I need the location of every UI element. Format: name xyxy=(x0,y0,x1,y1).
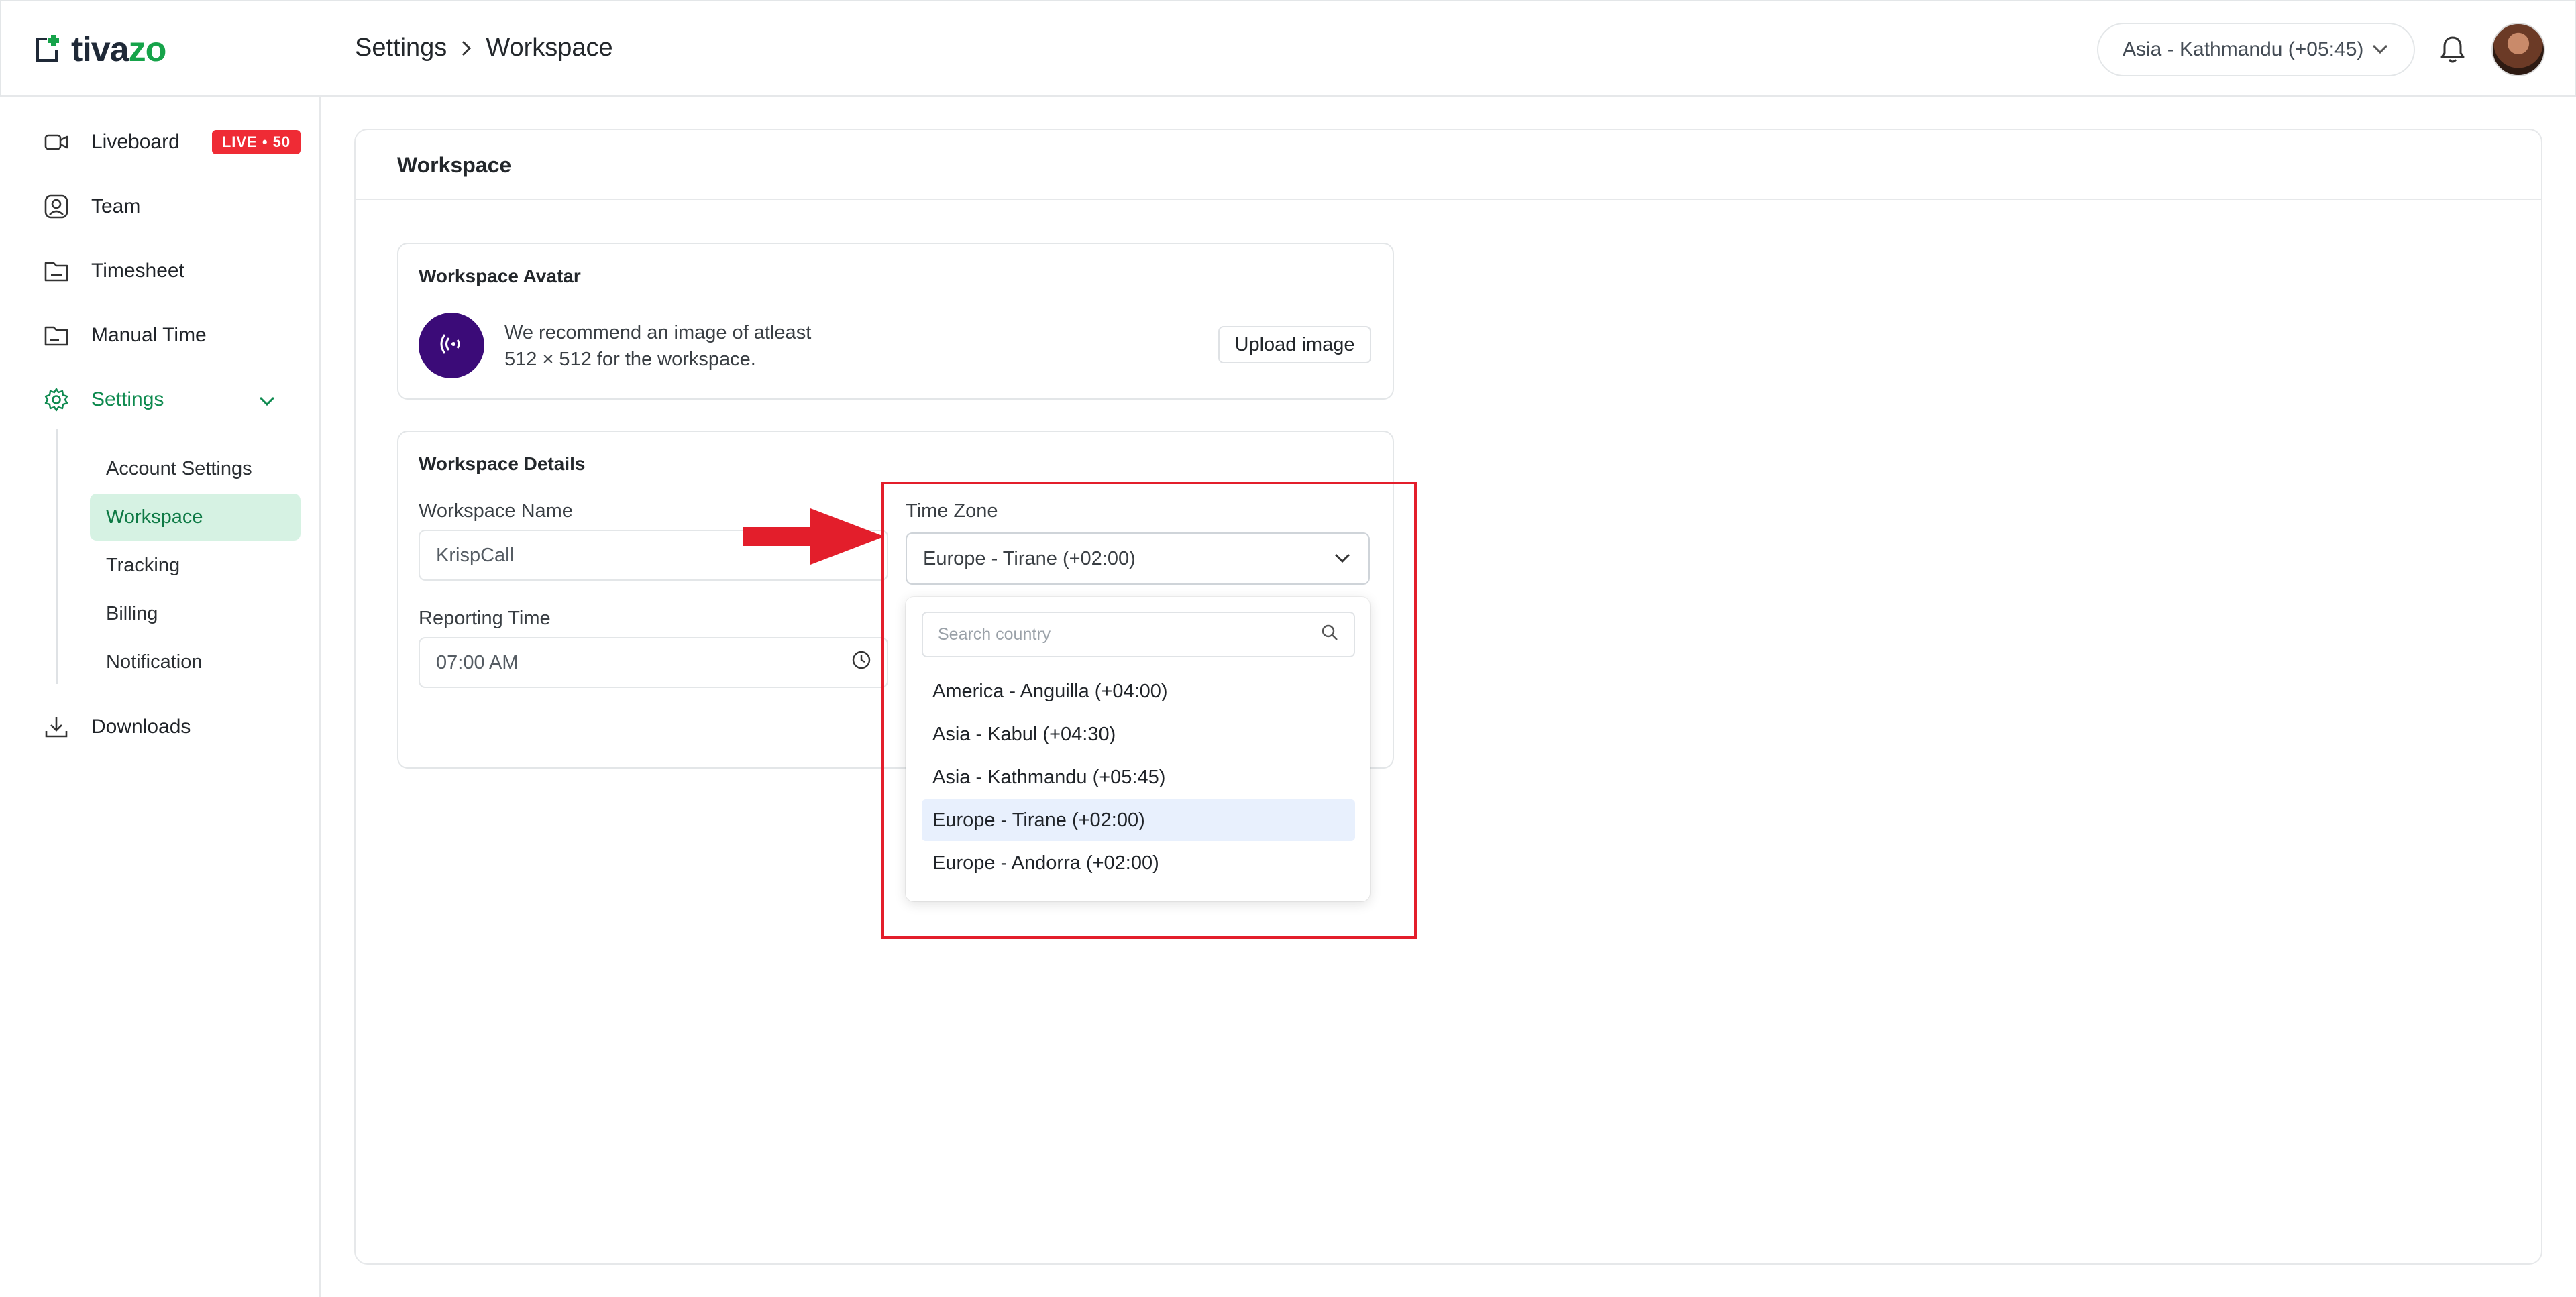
live-badge: LIVE • 50 xyxy=(212,130,301,154)
timezone-option[interactable]: America - Anguilla (+04:00) xyxy=(922,671,1355,712)
search-country-input[interactable]: Search country xyxy=(922,612,1355,657)
sidebar-subitem-account-settings[interactable]: Account Settings xyxy=(90,445,301,492)
sidebar-item-downloads[interactable]: Downloads xyxy=(42,707,191,747)
upload-image-button[interactable]: Upload image xyxy=(1218,326,1371,363)
main-panel: Workspace Workspace Avatar We recommend … xyxy=(354,129,2542,1265)
search-placeholder: Search country xyxy=(938,624,1051,644)
avatar-recommendation: We recommend an image of atleast 512 × 5… xyxy=(504,322,812,370)
reporting-time-input[interactable]: 07:00 AM xyxy=(419,637,888,688)
breadcrumb-workspace: Workspace xyxy=(486,34,613,62)
page-title: Workspace xyxy=(397,153,512,177)
breadcrumb: Settings Workspace xyxy=(355,34,613,62)
annotation-arrow xyxy=(743,508,884,565)
signal-icon xyxy=(435,328,468,363)
chevron-right-icon xyxy=(459,38,474,58)
reporting-time-value: 07:00 AM xyxy=(436,651,519,673)
video-camera-icon xyxy=(42,127,71,157)
download-icon xyxy=(42,712,71,742)
user-avatar[interactable] xyxy=(2491,23,2545,76)
user-square-icon xyxy=(42,192,71,221)
workspace-avatar-card: Workspace Avatar We recommend an image o… xyxy=(397,243,1394,400)
sidebar-item-manual-time[interactable]: Manual Time xyxy=(42,315,207,355)
bell-icon[interactable] xyxy=(2435,32,2470,67)
workspace-name-label: Workspace Name xyxy=(419,500,573,522)
sidebar-subitem-workspace[interactable]: Workspace xyxy=(90,494,301,541)
brand-name: tivazo xyxy=(71,30,166,69)
timezone-option[interactable]: Asia - Kabul (+04:30) xyxy=(922,714,1355,755)
logo-square-icon xyxy=(32,32,62,68)
header-timezone-value: Asia - Kathmandu (+05:45) xyxy=(2123,38,2364,60)
folder-icon xyxy=(42,256,71,286)
gear-icon xyxy=(42,385,71,414)
timezone-dropdown: Search country America - Anguilla (+04:0… xyxy=(906,597,1370,901)
sidebar-subitem-tracking[interactable]: Tracking xyxy=(90,542,301,589)
sidebar-item-label: Timesheet xyxy=(91,260,184,282)
panel-divider xyxy=(356,199,2541,200)
chevron-down-icon xyxy=(2371,38,2390,61)
header-timezone-select[interactable]: Asia - Kathmandu (+05:45) xyxy=(2097,23,2415,76)
breadcrumb-settings[interactable]: Settings xyxy=(355,34,447,62)
sidebar-item-timesheet[interactable]: Timesheet xyxy=(42,251,184,291)
sidebar-item-liveboard[interactable]: Liveboard xyxy=(42,122,180,162)
sidebar-item-settings[interactable]: Settings xyxy=(42,380,164,420)
chevron-down-icon[interactable] xyxy=(255,389,279,413)
sidebar-item-team[interactable]: Team xyxy=(42,186,140,227)
timezone-option[interactable]: Asia - Kathmandu (+05:45) xyxy=(922,756,1355,798)
timezone-value: Europe - Tirane (+02:00) xyxy=(923,547,1136,569)
card-title: Workspace Details xyxy=(419,453,586,474)
chevron-down-icon xyxy=(1332,548,1352,570)
sidebar-subitem-billing[interactable]: Billing xyxy=(90,590,301,637)
folder-minus-icon xyxy=(42,321,71,350)
sidebar-subitem-notification[interactable]: Notification xyxy=(90,638,301,685)
timezone-select[interactable]: Europe - Tirane (+02:00) xyxy=(906,532,1370,585)
workspace-avatar[interactable] xyxy=(419,313,484,378)
timezone-option-selected[interactable]: Europe - Tirane (+02:00) xyxy=(922,799,1355,841)
card-title: Workspace Avatar xyxy=(419,266,581,286)
subnav-divider xyxy=(56,429,58,684)
sidebar-item-label: Downloads xyxy=(91,716,191,738)
sidebar-item-label: Liveboard xyxy=(91,131,180,153)
brand-logo[interactable]: tivazo xyxy=(32,28,166,71)
search-icon xyxy=(1320,623,1339,646)
sidebar-item-label: Settings xyxy=(91,388,164,410)
sidebar-item-label: Team xyxy=(91,195,141,217)
timezone-label: Time Zone xyxy=(906,500,998,522)
top-bar: tivazo Settings Workspace Asia - Kathman… xyxy=(0,0,2576,97)
timezone-option[interactable]: Europe - Andorra (+02:00) xyxy=(922,842,1355,884)
sidebar-item-label: Manual Time xyxy=(91,324,207,346)
clock-icon[interactable] xyxy=(851,649,872,676)
reporting-time-label: Reporting Time xyxy=(419,608,551,629)
